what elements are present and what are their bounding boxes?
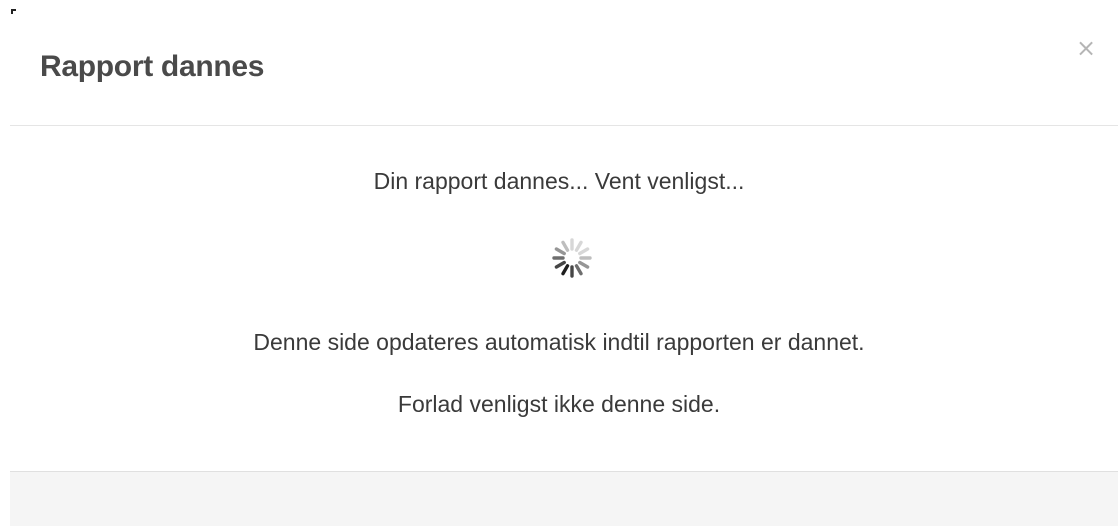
spinner-tick: [561, 264, 570, 276]
modal-footer: [10, 472, 1118, 526]
spinner-tick: [561, 240, 570, 252]
close-button[interactable]: ×: [1074, 36, 1098, 60]
report-modal: Rapport dannes × Din rapport dannes... V…: [0, 0, 1118, 526]
modal-header: Rapport dannes ×: [0, 0, 1118, 125]
modal-body: Din rapport dannes... Vent venligst... D…: [0, 126, 1118, 471]
modal-title: Rapport dannes: [40, 50, 265, 83]
spinner-tick: [554, 247, 566, 256]
auto-update-message: Denne side opdateres automatisk indtil r…: [253, 329, 865, 355]
spinner-tick: [554, 260, 566, 269]
spinner-tick: [578, 260, 590, 269]
spinner-tick: [578, 247, 590, 256]
spinner-tick: [574, 264, 583, 276]
status-message: Din rapport dannes... Vent venligst...: [373, 168, 745, 194]
spinner-tick: [574, 240, 583, 252]
loading-spinner-icon: [552, 238, 592, 278]
do-not-leave-message: Forlad venligst ikke denne side.: [397, 391, 721, 417]
